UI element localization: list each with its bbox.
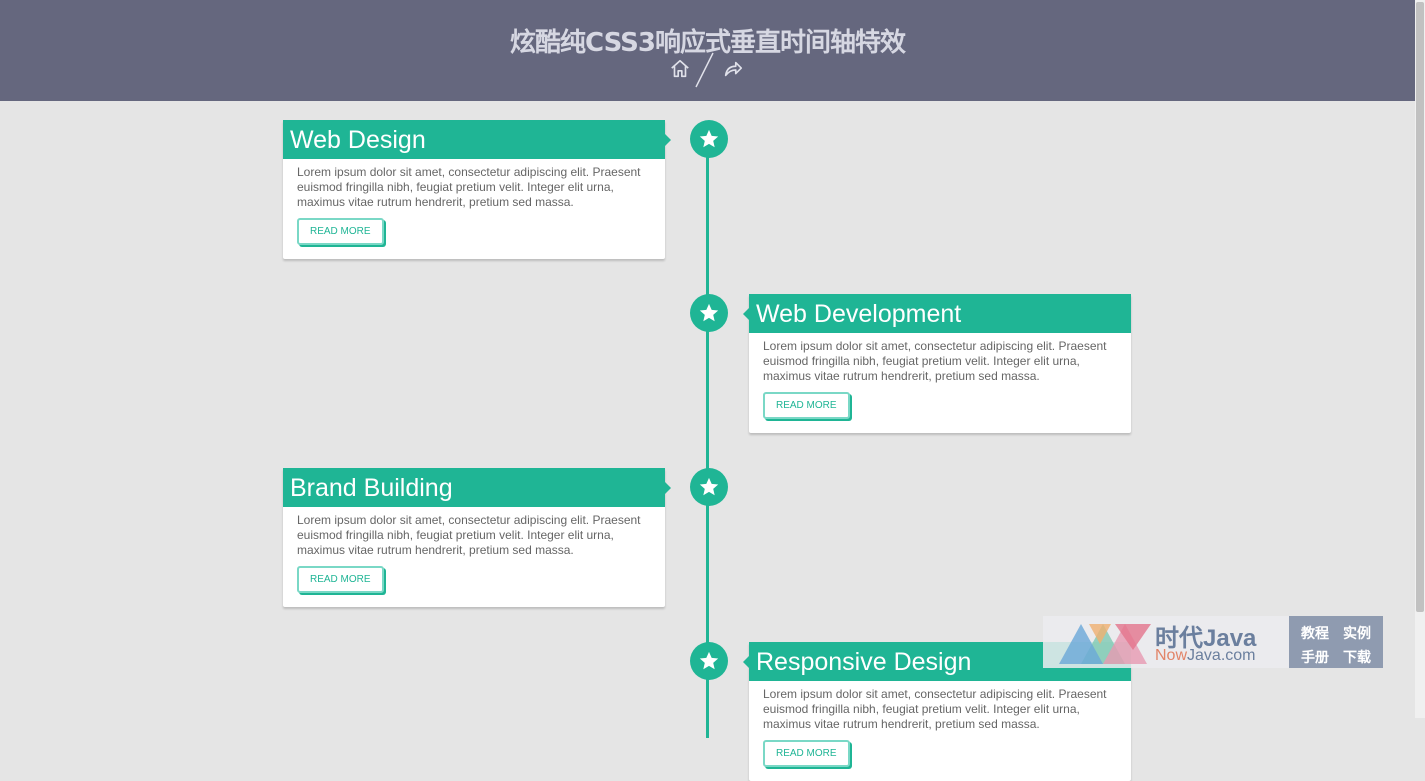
card-text: Lorem ipsum dolor sit amet, consectetur … <box>297 513 641 557</box>
watermark-link-examples[interactable]: 实例 <box>1343 623 1371 643</box>
timeline-card: Brand Building Lorem ipsum dolor sit ame… <box>283 468 671 607</box>
card-title: Brand Building <box>283 468 671 507</box>
watermark-domain: NowJava.com <box>1155 647 1256 664</box>
timeline-node-star-icon <box>690 642 728 680</box>
watermark-link-download[interactable]: 下载 <box>1343 647 1371 667</box>
share-icon[interactable] <box>722 58 744 80</box>
page-header: 炫酷纯CSS3响应式垂直时间轴特效 <box>0 0 1415 101</box>
timeline-node-star-icon <box>690 468 728 506</box>
timeline-card: Web Development Lorem ipsum dolor sit am… <box>743 294 1131 433</box>
read-more-button[interactable]: READ MORE <box>763 740 850 767</box>
scrollbar-thumb[interactable] <box>1416 2 1424 612</box>
read-more-button[interactable]: READ MORE <box>297 218 384 245</box>
card-title: Web Development <box>743 294 1131 333</box>
timeline-node-star-icon <box>690 294 728 332</box>
watermark-menu: 教程 实例 手册 下载 <box>1289 616 1383 668</box>
card-title: Web Design <box>283 120 671 159</box>
timeline-node-star-icon <box>690 120 728 158</box>
header-divider <box>695 52 714 88</box>
read-more-button[interactable]: READ MORE <box>297 566 384 593</box>
watermark-link-manual[interactable]: 手册 <box>1301 647 1329 667</box>
timeline-card: Web Design Lorem ipsum dolor sit amet, c… <box>283 120 671 259</box>
card-text: Lorem ipsum dolor sit amet, consectetur … <box>763 687 1107 731</box>
watermark-link-tutorial[interactable]: 教程 <box>1301 623 1329 643</box>
watermark-logo[interactable]: 时代Java NowJava.com <box>1043 616 1289 668</box>
card-text: Lorem ipsum dolor sit amet, consectetur … <box>763 339 1107 383</box>
triangle-logo-icon <box>1059 624 1151 664</box>
home-icon[interactable] <box>669 58 691 80</box>
watermark: 时代Java NowJava.com 教程 实例 手册 下载 <box>1043 616 1383 668</box>
read-more-button[interactable]: READ MORE <box>763 392 850 419</box>
card-text: Lorem ipsum dolor sit amet, consectetur … <box>297 165 641 209</box>
